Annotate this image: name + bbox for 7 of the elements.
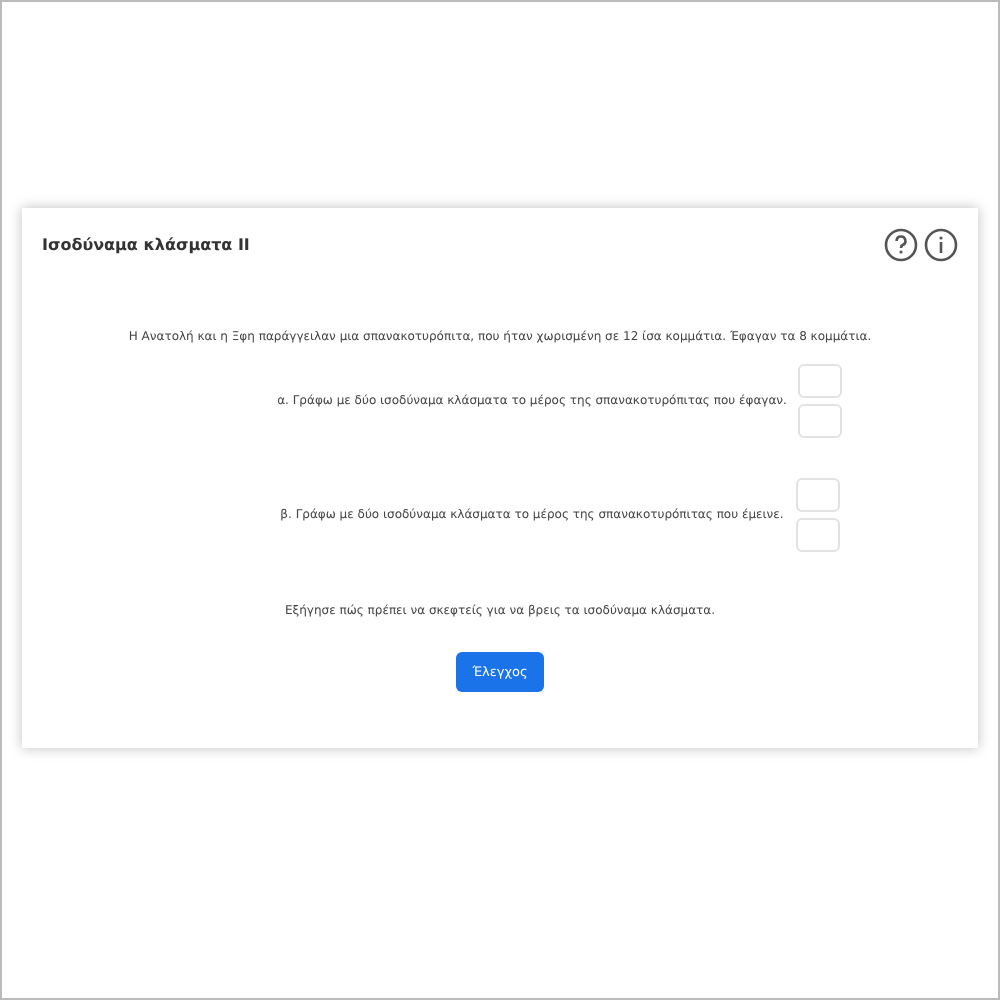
denominator-field[interactable] (795, 518, 840, 552)
help-icon[interactable] (884, 228, 918, 262)
card-title: Ισοδύναμα κλάσματα II (42, 236, 250, 254)
numerator-field[interactable] (798, 364, 843, 398)
info-icon[interactable] (924, 228, 958, 262)
denominator-field[interactable] (798, 404, 843, 438)
numerator-field[interactable] (795, 478, 840, 512)
